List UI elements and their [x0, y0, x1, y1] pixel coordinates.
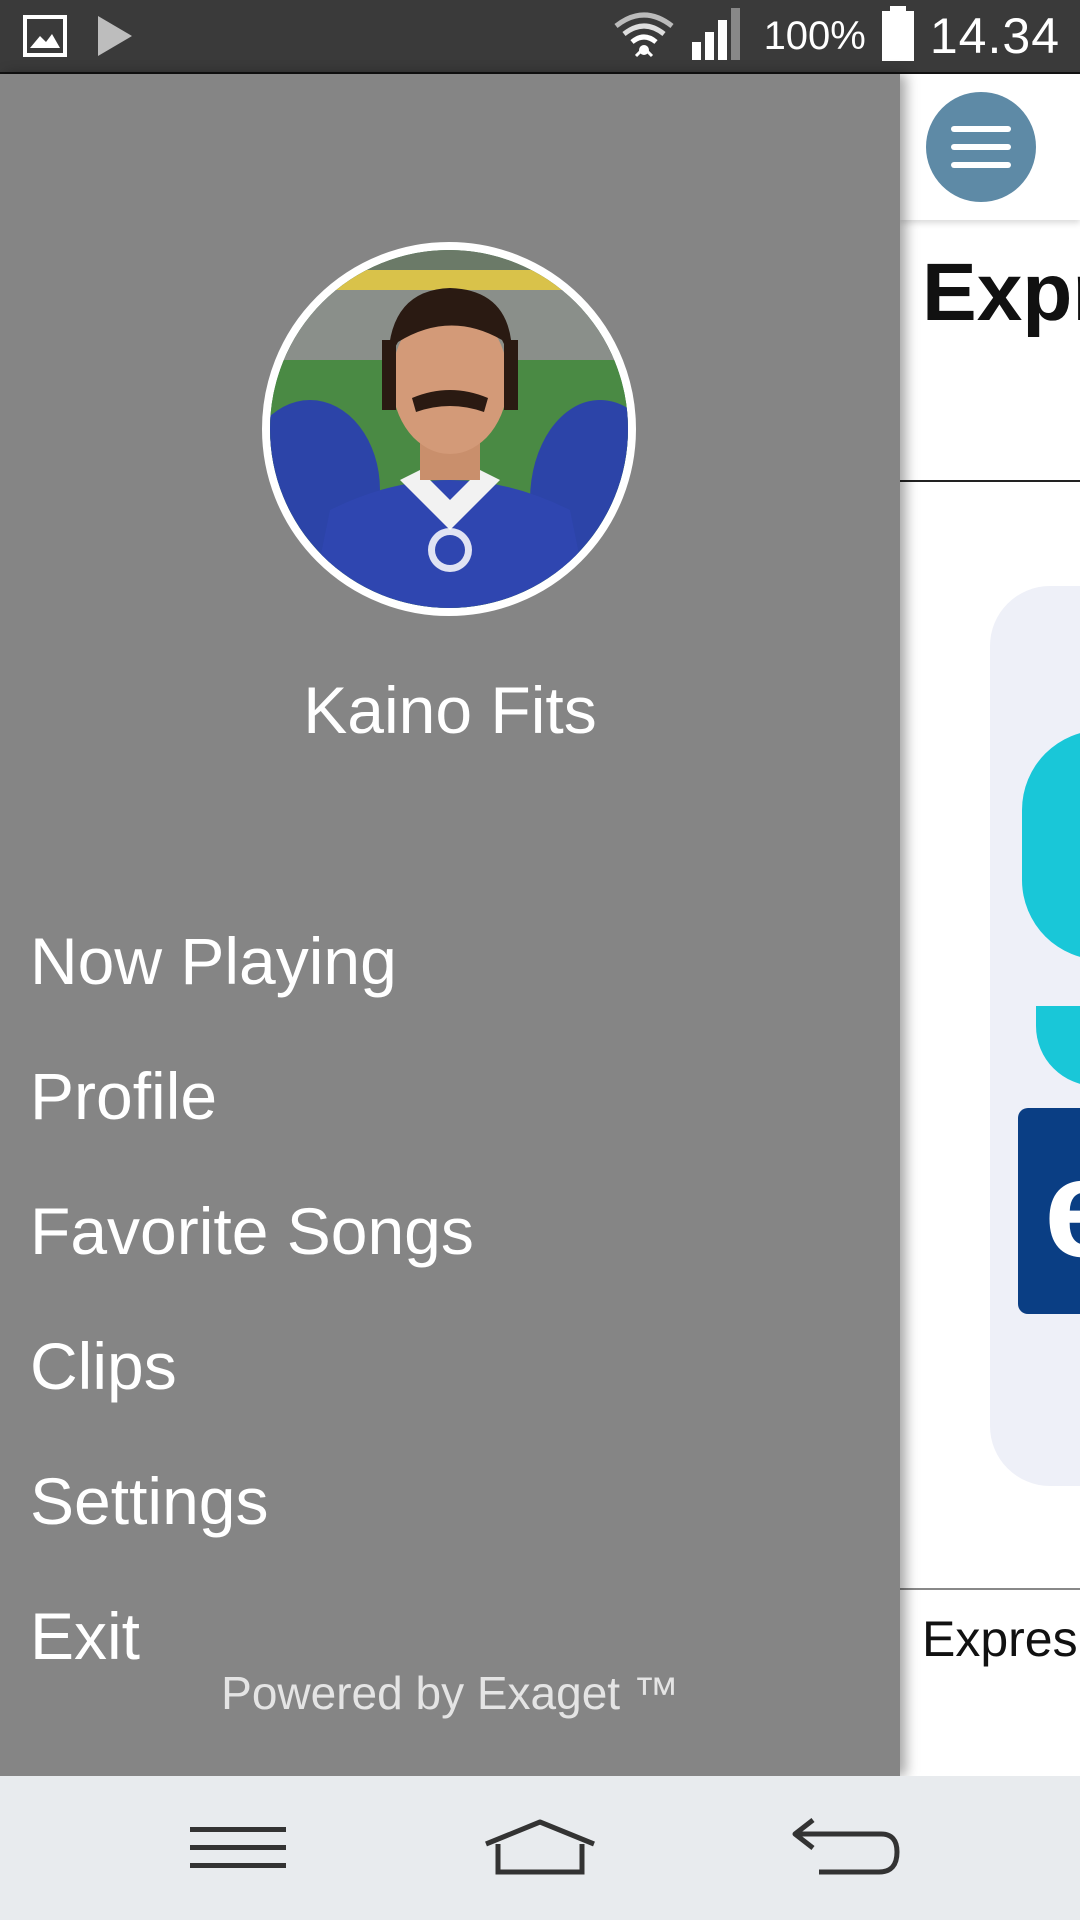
- divider: [900, 1588, 1080, 1590]
- menu-item-now-playing[interactable]: Now Playing: [30, 894, 474, 1029]
- logo-box: e: [1018, 1108, 1080, 1314]
- battery-percent: 100%: [763, 13, 866, 58]
- back-icon: [791, 1817, 901, 1883]
- recent-apps-button[interactable]: [168, 1812, 308, 1888]
- card-caption: Expres: [922, 1611, 1078, 1667]
- hamburger-menu-button[interactable]: [926, 92, 1036, 202]
- screen: 100% 14.34 Expr e Expres: [0, 0, 1080, 1920]
- menu-icon: [951, 126, 1011, 132]
- signal-icon: [690, 6, 750, 67]
- menu-icon-bar: [951, 144, 1011, 150]
- powered-by-footer: Powered by Exaget ™: [221, 1667, 679, 1719]
- home-button[interactable]: [470, 1812, 610, 1888]
- navigation-drawer: Kaino Fits Now Playing Profile Favorite …: [0, 74, 900, 1776]
- drawer-menu: Now Playing Profile Favorite Songs Clips…: [30, 894, 474, 1704]
- app-header: [900, 74, 1080, 220]
- menu-item-profile[interactable]: Profile: [30, 1029, 474, 1164]
- clock: 14.34: [929, 8, 1060, 64]
- menu-icon-bar: [951, 162, 1011, 168]
- home-icon: [480, 1818, 600, 1883]
- user-name: Kaino Fits: [303, 673, 597, 747]
- background-app: Expr e Expres: [900, 74, 1080, 1776]
- menu-item-favorite-songs[interactable]: Favorite Songs: [30, 1164, 474, 1299]
- menu-item-settings[interactable]: Settings: [30, 1434, 474, 1569]
- menu-icon: [188, 1823, 288, 1878]
- status-bar: 100% 14.34: [0, 0, 1080, 74]
- avatar[interactable]: [262, 242, 636, 616]
- battery-icon: [880, 5, 916, 67]
- menu-item-clips[interactable]: Clips: [30, 1299, 474, 1434]
- system-nav-bar: [0, 1776, 1080, 1920]
- back-button[interactable]: [776, 1812, 916, 1888]
- divider: [900, 480, 1080, 482]
- image-icon: [22, 14, 68, 63]
- play-icon: [94, 14, 134, 63]
- page-title: Expr: [922, 247, 1080, 338]
- logo-letter: e: [1044, 1129, 1080, 1286]
- wifi-icon: [612, 8, 676, 65]
